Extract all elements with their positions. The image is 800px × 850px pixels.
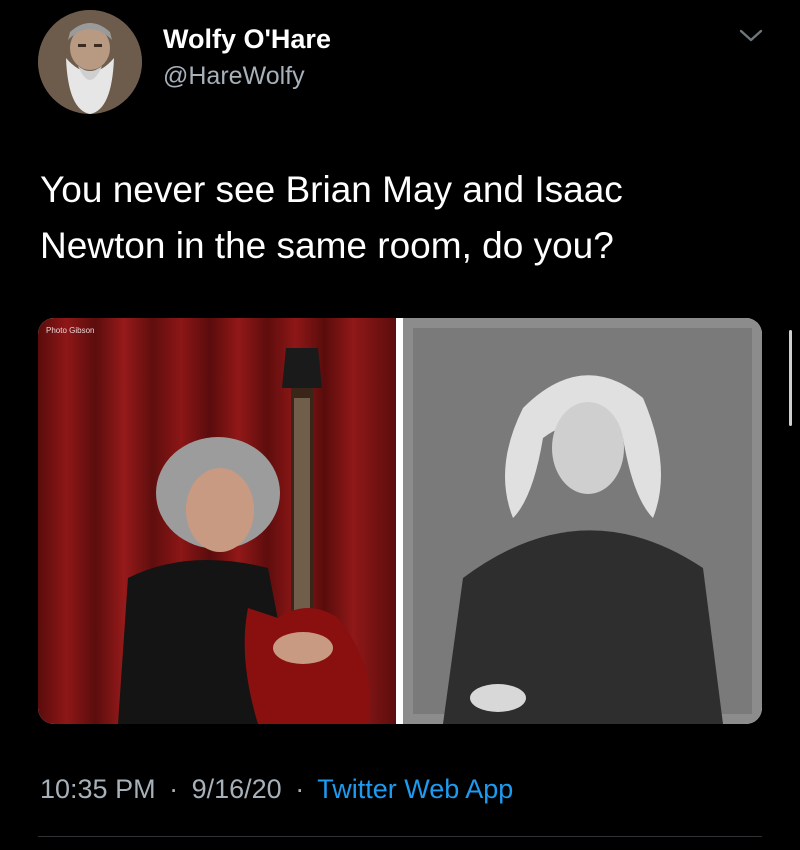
media-image-left[interactable]: Photo Gibson	[38, 318, 396, 724]
guitarist-photo	[38, 318, 396, 724]
chevron-down-icon	[739, 29, 763, 42]
media-image-right[interactable]	[403, 318, 762, 724]
author-handle[interactable]: @HareWolfy	[163, 62, 305, 91]
meta-separator: ·	[295, 774, 305, 804]
tweet-author-avatar[interactable]	[38, 10, 142, 114]
tweet-meta: 10:35 PM · 9/16/20 · Twitter Web App	[40, 774, 513, 805]
meta-separator: ·	[169, 774, 179, 804]
tweet-media[interactable]: Photo Gibson	[38, 318, 762, 724]
tweet-options-button[interactable]	[738, 28, 764, 44]
avatar-icon	[38, 10, 142, 114]
author-display-name[interactable]: Wolfy O'Hare	[163, 24, 331, 55]
tweet-date[interactable]: 9/16/20	[192, 774, 282, 804]
tweet-time[interactable]: 10:35 PM	[40, 774, 156, 804]
photo-credit: Photo Gibson	[46, 326, 95, 335]
scrollbar[interactable]	[789, 330, 792, 426]
bottom-divider	[38, 836, 762, 837]
engraved-portrait	[403, 318, 762, 724]
tweet-source-link[interactable]: Twitter Web App	[317, 774, 513, 804]
tweet-text: You never see Brian May and Isaac Newton…	[40, 169, 623, 266]
